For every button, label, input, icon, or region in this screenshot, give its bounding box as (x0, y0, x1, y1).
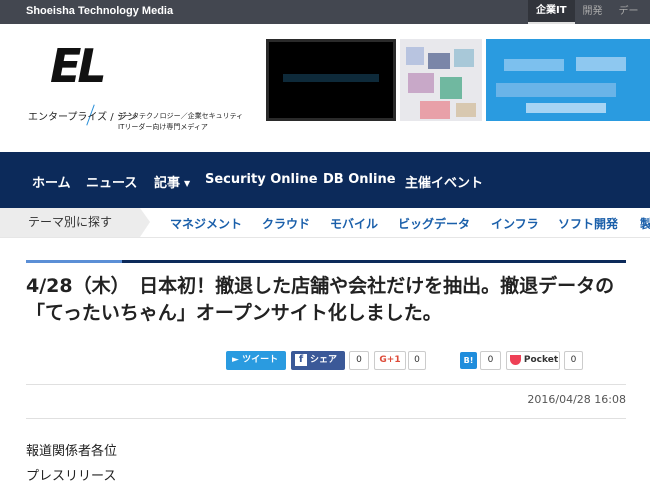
article-body-line-2: プレスリリース (26, 469, 117, 484)
theme-infra[interactable]: インフラ (491, 215, 539, 232)
pocket-count: 0 (564, 351, 583, 370)
tagline-line-2: ITリーダー向け専門メディア (118, 123, 208, 131)
theme-management[interactable]: マネジメント (170, 215, 242, 232)
hatena-bookmark-count: 0 (480, 351, 501, 370)
facebook-share-label: シェア (310, 355, 338, 365)
ad-banner-3-pixel (496, 83, 616, 97)
ad-banner-2-pixel (420, 101, 450, 119)
nav-articles[interactable]: 記事 ▼ (154, 172, 190, 191)
top-nav-development[interactable]: 開発 (575, 0, 611, 24)
divider (26, 418, 626, 419)
theme-manufacturing[interactable]: 製 (640, 215, 650, 232)
nav-home[interactable]: ホーム (32, 172, 71, 191)
gplus-count: 0 (408, 351, 426, 370)
nav-articles-label: 記事 (154, 176, 181, 191)
pocket-icon (510, 354, 521, 365)
ad-banner-2[interactable] (400, 39, 482, 121)
theme-nav: テーマ別に探す マネジメント クラウド モバイル ビッグデータ インフラ ソフト… (0, 208, 650, 238)
theme-big-data[interactable]: ビッグデータ (398, 215, 470, 232)
title-rule-accent (26, 260, 122, 263)
site-header: EL エンタープライズ / ジン データテクノロジー／企業セキュリティ ITリー… (0, 24, 650, 152)
chevron-down-icon: ▼ (184, 179, 191, 188)
ad-banner-2-pixel (408, 73, 434, 93)
logo-mark: EL (50, 39, 107, 93)
theme-nav-arrow-icon (140, 208, 150, 237)
top-nav-data[interactable]: デー (611, 0, 647, 24)
ad-banner-3-pixel (504, 59, 564, 71)
site-logo[interactable]: EL (50, 39, 108, 101)
ad-banner-1[interactable] (266, 39, 396, 121)
divider (26, 384, 626, 385)
tagline-line-1: データテクノロジー／企業セキュリティ (118, 112, 244, 120)
tweet-button[interactable]: ► ツイート (226, 351, 286, 370)
gplus-button[interactable]: G+1 (374, 351, 406, 370)
article-date: 2016/04/28 16:08 (527, 393, 626, 406)
theme-software-dev[interactable]: ソフト開発 (558, 215, 618, 232)
ad-banner-3-pixel (526, 103, 606, 113)
nav-security-online[interactable]: Security Online (205, 172, 318, 187)
pocket-label: Pocket (523, 355, 559, 365)
theme-mobile[interactable]: モバイル (330, 215, 378, 232)
nav-db-online[interactable]: DB Online (323, 172, 396, 187)
brand-link[interactable]: Shoeisha Technology Media (26, 5, 173, 17)
ad-banner-3-pixel (576, 57, 626, 71)
ad-banner-2-pixel (428, 53, 450, 69)
top-nav-enterprise-it[interactable]: 企業IT (528, 0, 575, 24)
ad-banner-1-pixels (283, 74, 379, 82)
pocket-button[interactable]: Pocket (506, 351, 560, 370)
ad-banner-2-pixel (440, 77, 462, 99)
facebook-share-button[interactable]: f シェア (291, 351, 345, 370)
ad-banner-2-pixel (456, 103, 476, 117)
facebook-share-count: 0 (349, 351, 369, 370)
ad-banner-2-pixel (454, 49, 474, 67)
tweet-label: ツイート (242, 355, 279, 365)
main-nav: ホーム ニュース 記事 ▼ Security Online DB Online 主… (0, 152, 650, 208)
hatena-bookmark-button[interactable]: B! (460, 352, 477, 369)
article-title: 4/28（木） 日本初！撤退した店舗や会社だけを抽出。撤退データの「てったいちゃ… (26, 275, 615, 324)
top-bar: Shoeisha Technology Media 企業IT 開発 デー (0, 0, 650, 24)
article-body-line-1: 報道関係者各位 (26, 444, 118, 459)
ad-banner-2-pixel (406, 47, 424, 65)
theme-cloud[interactable]: クラウド (262, 215, 310, 232)
twitter-icon: ► (232, 355, 239, 365)
nav-events[interactable]: 主催イベント (405, 172, 483, 191)
site-tagline: データテクノロジー／企業セキュリティ ITリーダー向け専門メディア (118, 111, 243, 133)
ad-banner-3[interactable] (486, 39, 650, 121)
theme-nav-label: テーマ別に探す (0, 208, 140, 237)
nav-news[interactable]: ニュース (86, 172, 137, 191)
top-nav: 企業IT 開発 デー (528, 0, 647, 24)
title-rule (26, 260, 626, 263)
facebook-icon: f (295, 353, 307, 366)
